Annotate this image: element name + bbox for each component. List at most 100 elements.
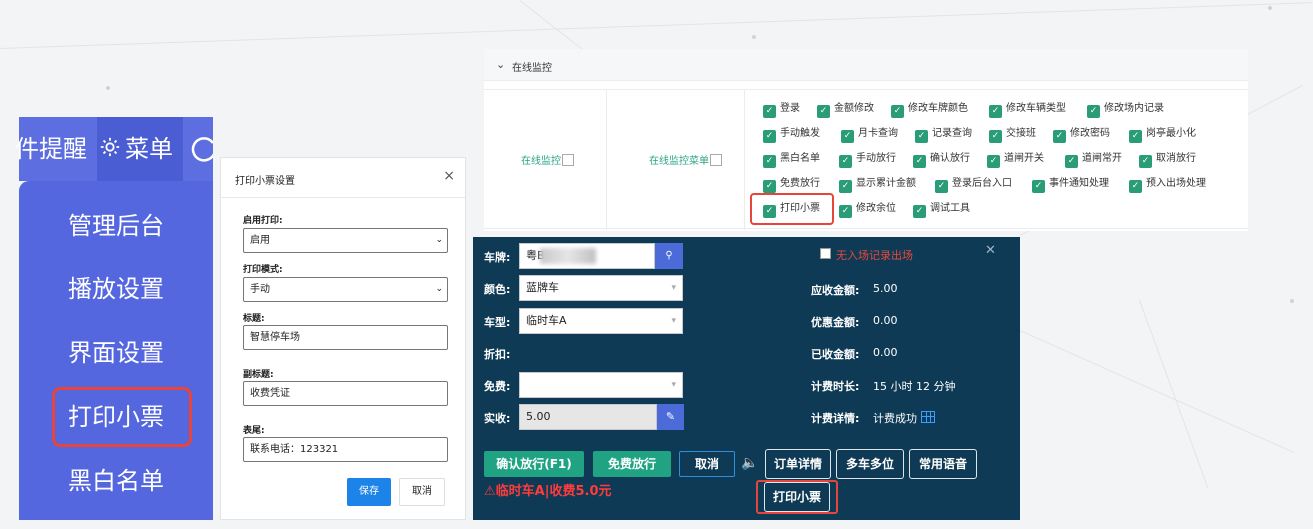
perm-monthly-card[interactable]: ✓ 月卡查询 bbox=[841, 127, 898, 143]
chevron-down-icon: ▾ bbox=[671, 283, 676, 293]
perm-event-notify[interactable]: ✓ 事件通知处理 bbox=[1032, 177, 1109, 193]
multi-car-button[interactable]: 多车多位 bbox=[836, 449, 904, 479]
table-icon[interactable] bbox=[921, 411, 935, 423]
print-settings-dialog: 打印小票设置 × 启用打印: 启用 ⌄ 打印模式: 手动 ⌄ 标题: 智慧停车场… bbox=[220, 157, 466, 520]
perm-shift-handover[interactable]: ✓ 交接班 bbox=[989, 127, 1036, 143]
no-entry-checkbox[interactable] bbox=[820, 248, 831, 259]
perm-debug-tool[interactable]: ✓ 调试工具 bbox=[913, 202, 970, 218]
search-icon[interactable]: ⚲ bbox=[655, 243, 683, 269]
perm-record-edit[interactable]: ✓ 修改场内记录 bbox=[1087, 102, 1164, 118]
edit-icon[interactable]: ✎ bbox=[657, 404, 684, 430]
perm-plate-color[interactable]: ✓ 修改车牌颜色 bbox=[891, 102, 968, 118]
title-label: 标题: bbox=[243, 314, 265, 324]
print-mode-label: 打印模式: bbox=[243, 265, 283, 275]
check-icon: ✓ bbox=[763, 155, 776, 168]
perm-change-password[interactable]: ✓ 修改密码 bbox=[1053, 127, 1110, 143]
menu-item-playback-settings[interactable]: 播放设置 bbox=[19, 269, 213, 309]
perm-vehicle-type[interactable]: ✓ 修改车辆类型 bbox=[989, 102, 1066, 118]
menu-item-blacklist[interactable]: 黑白名单 bbox=[19, 461, 213, 501]
menu-topbar: 件提醒 菜单 bbox=[15, 117, 213, 181]
free-select[interactable]: ▾ bbox=[519, 372, 683, 398]
cancel-button[interactable]: 取消 bbox=[679, 451, 735, 477]
plate-input[interactable]: 粤B bbox=[519, 243, 655, 269]
free-label: 免费: bbox=[484, 380, 511, 393]
operator-panel: 车牌: 粤B ⚲ 颜色: 蓝牌车 ▾ 车型: 临时车A ▾ 折扣: 免费: ▾ … bbox=[473, 237, 1020, 520]
perm-label: 修改场内记录 bbox=[1104, 103, 1164, 114]
perm-label: 登录 bbox=[780, 103, 800, 114]
perm-blacklist[interactable]: ✓ 黑白名单 bbox=[763, 152, 820, 168]
perm-manual-trigger[interactable]: ✓ 手动触发 bbox=[763, 127, 820, 143]
dialog-title: 打印小票设置 bbox=[235, 176, 295, 187]
event-alert-tab[interactable]: 件提醒 bbox=[15, 117, 87, 181]
refresh-icon[interactable] bbox=[189, 117, 213, 181]
perm-record-query[interactable]: ✓ 记录查询 bbox=[915, 127, 972, 143]
perm-gate-open[interactable]: ✓ 道闸常开 bbox=[1065, 152, 1122, 168]
paid-input[interactable]: 5.00 bbox=[519, 404, 657, 430]
type-select[interactable]: 临时车A ▾ bbox=[519, 308, 683, 334]
color-select[interactable]: 蓝牌车 ▾ bbox=[519, 275, 683, 301]
group-checkbox-online-monitor[interactable]: 在线监控 bbox=[521, 152, 574, 167]
menu-item-admin[interactable]: 管理后台 bbox=[19, 206, 213, 246]
perm-admin-entry[interactable]: ✓ 登录后台入口 bbox=[935, 177, 1012, 193]
perm-label: 确认放行 bbox=[930, 153, 970, 164]
section-header[interactable]: ⌄ 在线监控 bbox=[484, 49, 1248, 81]
gear-icon bbox=[99, 118, 121, 182]
common-voice-button[interactable]: 常用语音 bbox=[909, 449, 977, 479]
checkbox[interactable] bbox=[710, 154, 722, 166]
tools-icon[interactable]: ✕ bbox=[985, 243, 996, 258]
menu-tab[interactable]: 菜单 bbox=[97, 117, 183, 181]
menu-item-interface-settings[interactable]: 界面设置 bbox=[19, 333, 213, 373]
enable-print-select[interactable]: 启用 ⌄ bbox=[243, 228, 448, 253]
check-icon: ✓ bbox=[989, 130, 1002, 143]
check-icon: ✓ bbox=[1053, 130, 1066, 143]
perm-label: 黑白名单 bbox=[780, 153, 820, 164]
checkbox[interactable] bbox=[562, 154, 574, 166]
chevron-down-icon: ⌄ bbox=[435, 284, 443, 294]
perm-label: 登录后台入口 bbox=[952, 178, 1012, 189]
check-icon: ✓ bbox=[891, 105, 904, 118]
perm-manual-release[interactable]: ✓ 手动放行 bbox=[839, 152, 896, 168]
perm-show-total[interactable]: ✓ 显示累计金额 bbox=[839, 177, 916, 193]
close-icon[interactable]: × bbox=[443, 168, 455, 184]
redacted-plate bbox=[540, 248, 596, 264]
perm-login[interactable]: ✓ 登录 bbox=[763, 102, 800, 118]
menu-checkbox-online-monitor[interactable]: 在线监控菜单 bbox=[649, 152, 722, 167]
enable-print-value: 启用 bbox=[250, 235, 270, 246]
check-icon: ✓ bbox=[913, 205, 926, 218]
print-mode-select[interactable]: 手动 ⌄ bbox=[243, 277, 448, 302]
free-release-button[interactable]: 免费放行 bbox=[593, 451, 671, 477]
perm-label: 修改余位 bbox=[856, 203, 896, 214]
footer-input[interactable]: 联系电话：123321 bbox=[243, 437, 448, 462]
check-icon: ✓ bbox=[1087, 105, 1100, 118]
preferential-label: 优惠金额: bbox=[811, 316, 860, 329]
perm-label: 免费放行 bbox=[780, 178, 820, 189]
speaker-icon[interactable]: 🔈 bbox=[741, 455, 758, 471]
perm-cancel-release[interactable]: ✓ 取消放行 bbox=[1139, 152, 1196, 168]
detail-value[interactable]: 计费成功 bbox=[873, 410, 935, 426]
cancel-button[interactable]: 取消 bbox=[399, 478, 445, 506]
check-icon: ✓ bbox=[1129, 130, 1142, 143]
chevron-down-icon: ▾ bbox=[671, 380, 676, 390]
perm-label: 岗亭最小化 bbox=[1146, 128, 1196, 139]
confirm-release-button[interactable]: 确认放行(F1) bbox=[484, 451, 584, 477]
perm-pre-entry[interactable]: ✓ 预入出场处理 bbox=[1129, 177, 1206, 193]
perm-label: 手动触发 bbox=[780, 128, 820, 139]
title-input[interactable]: 智慧停车场 bbox=[243, 325, 448, 350]
save-button[interactable]: 保存 bbox=[347, 478, 391, 506]
perm-label: 月卡查询 bbox=[858, 128, 898, 139]
check-icon: ✓ bbox=[1139, 155, 1152, 168]
perm-gate-switch[interactable]: ✓ 道闸开关 bbox=[987, 152, 1044, 168]
perm-edit-spaces[interactable]: ✓ 修改余位 bbox=[839, 202, 896, 218]
menu-label: 在线监控菜单 bbox=[649, 156, 709, 167]
check-icon: ✓ bbox=[989, 105, 1002, 118]
duration-value: 15 小时 12 分钟 bbox=[873, 380, 956, 393]
perm-amount-edit[interactable]: ✓ 金额修改 bbox=[817, 102, 874, 118]
order-detail-button[interactable]: 订单详情 bbox=[765, 449, 831, 479]
perm-free-release[interactable]: ✓ 免费放行 bbox=[763, 177, 820, 193]
perm-minimize[interactable]: ✓ 岗亭最小化 bbox=[1129, 127, 1196, 143]
received-label: 已收金额: bbox=[811, 348, 860, 361]
check-icon: ✓ bbox=[817, 105, 830, 118]
check-icon: ✓ bbox=[987, 155, 1000, 168]
perm-confirm-release[interactable]: ✓ 确认放行 bbox=[913, 152, 970, 168]
subtitle-input[interactable]: 收费凭证 bbox=[243, 381, 448, 406]
